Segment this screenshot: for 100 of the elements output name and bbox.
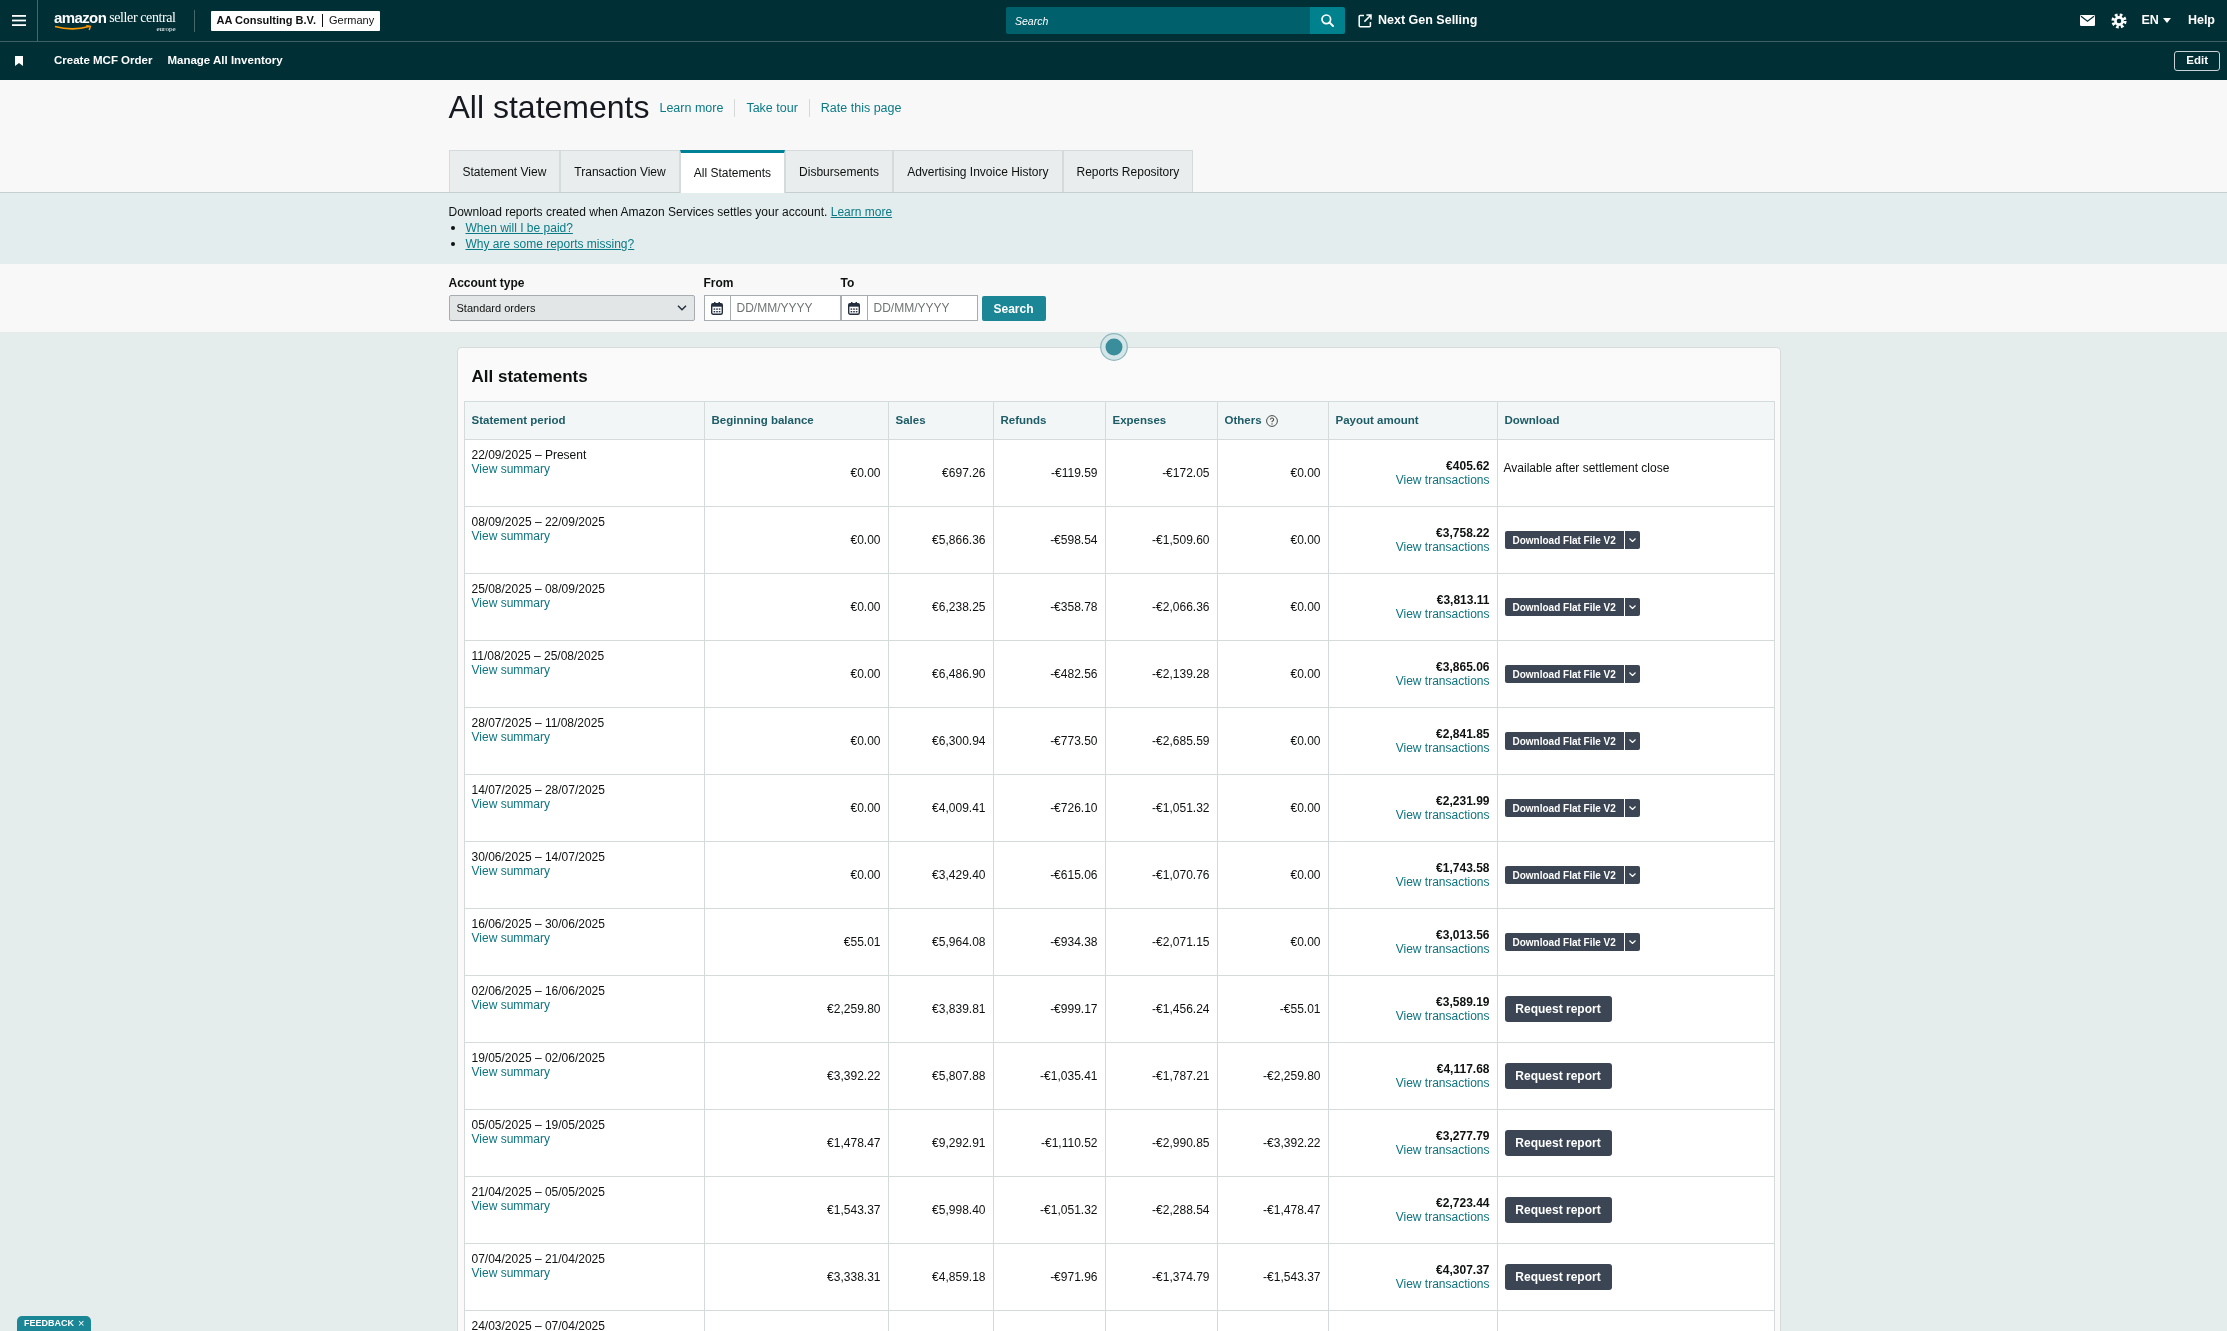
period-text: 25/08/2025 – 08/09/2025	[471, 582, 605, 596]
search-button[interactable]: Search	[981, 296, 1046, 321]
view-transactions-link[interactable]: View transactions	[1395, 1276, 1490, 1291]
language-menu[interactable]: EN	[2141, 11, 2171, 30]
download-button[interactable]: Download Flat File V2	[1504, 531, 1624, 549]
period-text: 28/07/2025 – 11/08/2025	[471, 716, 605, 730]
header-link[interactable]: Take tour	[746, 98, 798, 118]
more-options-button[interactable]	[1624, 598, 1640, 616]
balance-amount: €0.00	[850, 868, 881, 882]
field-label: From	[703, 276, 734, 291]
more-options-button[interactable]	[1624, 732, 1640, 750]
search-button[interactable]	[1310, 7, 1345, 34]
next-gen-selling-link[interactable]: Next Gen Selling	[1358, 11, 1478, 30]
payout-amount: €2,231.99	[1436, 793, 1490, 808]
others-amount: -€3,392.22	[1263, 1136, 1321, 1150]
logo-product-name: seller central	[109, 9, 176, 25]
account-type-select[interactable]: Standard orders	[448, 295, 695, 321]
view-transactions-link[interactable]: View transactions	[1395, 807, 1490, 822]
bookmark-icon[interactable]	[15, 56, 23, 66]
view-transactions-link[interactable]: View transactions	[1395, 740, 1490, 755]
settings-button[interactable]	[2110, 12, 2127, 29]
expenses-amount: -€2,066.36	[1152, 600, 1210, 614]
tab[interactable]: Disbursements	[785, 150, 894, 192]
header-link[interactable]: Rate this page	[820, 98, 902, 118]
refunds-amount: -€358.78	[1050, 600, 1098, 614]
view-transactions-link[interactable]: View transactions	[1395, 1075, 1490, 1090]
close-button[interactable]: ×	[78, 1316, 85, 1331]
download-button[interactable]: Download Flat File V2	[1504, 665, 1624, 683]
view-summary-link[interactable]: View summary	[471, 1199, 550, 1213]
view-transactions-link[interactable]: View transactions	[1395, 1209, 1490, 1224]
sales-amount: €4,009.41	[932, 801, 986, 815]
view-summary-link[interactable]: View summary	[471, 1065, 550, 1079]
view-transactions-link[interactable]: View transactions	[1395, 1142, 1490, 1157]
help-link[interactable]: Help	[2187, 11, 2215, 30]
date-input[interactable]: DD/MM/YYYY	[867, 296, 977, 320]
view-summary-link[interactable]: View summary	[471, 596, 550, 610]
tab[interactable]: Transaction View	[560, 150, 680, 192]
view-summary-link[interactable]: View summary	[471, 529, 550, 543]
view-summary-link[interactable]: View summary	[471, 998, 550, 1012]
download-button[interactable]: Download Flat File V2	[1504, 732, 1624, 750]
others-amount: -€1,543.37	[1263, 1270, 1321, 1284]
learn-more-link[interactable]: Learn more	[830, 205, 893, 219]
view-transactions-link[interactable]: View transactions	[1395, 472, 1490, 487]
more-options-button[interactable]	[1624, 866, 1640, 884]
payout-amount: €2,723.44	[1436, 1195, 1490, 1210]
date-input[interactable]: DD/MM/YYYY	[730, 296, 840, 320]
request-report-button[interactable]: Request report	[1504, 1130, 1612, 1156]
view-summary-link[interactable]: View summary	[471, 797, 550, 811]
help-icon[interactable]	[1265, 414, 1278, 427]
feedback-tab[interactable]: FEEDBACK ×	[17, 1316, 92, 1331]
payout-amount: €3,589.19	[1436, 994, 1490, 1009]
view-transactions-link[interactable]: View transactions	[1395, 1008, 1490, 1023]
period-text: 08/09/2025 – 22/09/2025	[471, 515, 605, 529]
view-summary-link[interactable]: View summary	[471, 730, 550, 744]
edit-button[interactable]: Edit	[2174, 51, 2220, 71]
balance-amount: €1,478.47	[827, 1136, 881, 1150]
more-options-button[interactable]	[1624, 933, 1640, 951]
header-link[interactable]: Learn more	[659, 98, 724, 118]
download-button[interactable]: Download Flat File V2	[1504, 799, 1624, 817]
request-report-button[interactable]: Request report	[1504, 1264, 1612, 1290]
view-summary-link[interactable]: View summary	[471, 1266, 550, 1280]
view-summary-link[interactable]: View summary	[471, 931, 550, 945]
download-button[interactable]: Download Flat File V2	[1504, 866, 1624, 884]
view-transactions-link[interactable]: View transactions	[1395, 606, 1490, 621]
view-summary-link[interactable]: View summary	[471, 663, 550, 677]
more-options-button[interactable]	[1624, 799, 1640, 817]
mail-button[interactable]	[2079, 15, 2095, 26]
search-field[interactable]: Search	[1006, 7, 1310, 34]
view-summary-link[interactable]: View summary	[471, 864, 550, 878]
view-summary-link[interactable]: View summary	[471, 1132, 550, 1146]
tab[interactable]: Reports Repository	[1062, 150, 1194, 192]
view-transactions-link[interactable]: View transactions	[1395, 874, 1490, 889]
view-transactions-link[interactable]: View transactions	[1395, 539, 1490, 554]
tab[interactable]: Statement View	[448, 150, 561, 192]
tab[interactable]: Advertising Invoice History	[893, 150, 1063, 192]
tab[interactable]: All Statements	[679, 150, 786, 193]
date-field[interactable]: DD/MM/YYYY	[703, 295, 841, 321]
request-report-button[interactable]: Request report	[1504, 996, 1612, 1022]
more-options-button[interactable]	[1624, 665, 1640, 683]
download-button[interactable]: Download Flat File V2	[1504, 598, 1624, 616]
others-amount: -€55.01	[1279, 1002, 1321, 1016]
payout-amount: €4,307.37	[1436, 1262, 1490, 1277]
refunds-amount: -€119.59	[1051, 466, 1098, 480]
column-header: Sales	[895, 412, 926, 428]
help-link[interactable]: Why are some reports missing?	[465, 236, 635, 252]
download-button[interactable]: Download Flat File V2	[1504, 933, 1624, 951]
account-switcher[interactable]: AA Consulting B.V. Germany	[210, 10, 381, 31]
shortcut-link[interactable]: Manage All Inventory	[167, 52, 283, 70]
shortcut-link[interactable]: Create MCF Order	[54, 52, 153, 70]
request-report-button[interactable]: Request report	[1504, 1197, 1612, 1223]
date-field[interactable]: DD/MM/YYYY	[840, 295, 978, 321]
view-summary-link[interactable]: View summary	[471, 462, 550, 476]
menu-icon[interactable]	[11, 15, 26, 26]
others-amount: €0.00	[1290, 667, 1321, 681]
request-report-button[interactable]: Request report	[1504, 1063, 1612, 1089]
view-transactions-link[interactable]: View transactions	[1395, 941, 1490, 956]
help-link[interactable]: When will I be paid?	[465, 220, 573, 236]
payout-amount: €3,813.11	[1436, 592, 1490, 607]
more-options-button[interactable]	[1624, 531, 1640, 549]
view-transactions-link[interactable]: View transactions	[1395, 673, 1490, 688]
